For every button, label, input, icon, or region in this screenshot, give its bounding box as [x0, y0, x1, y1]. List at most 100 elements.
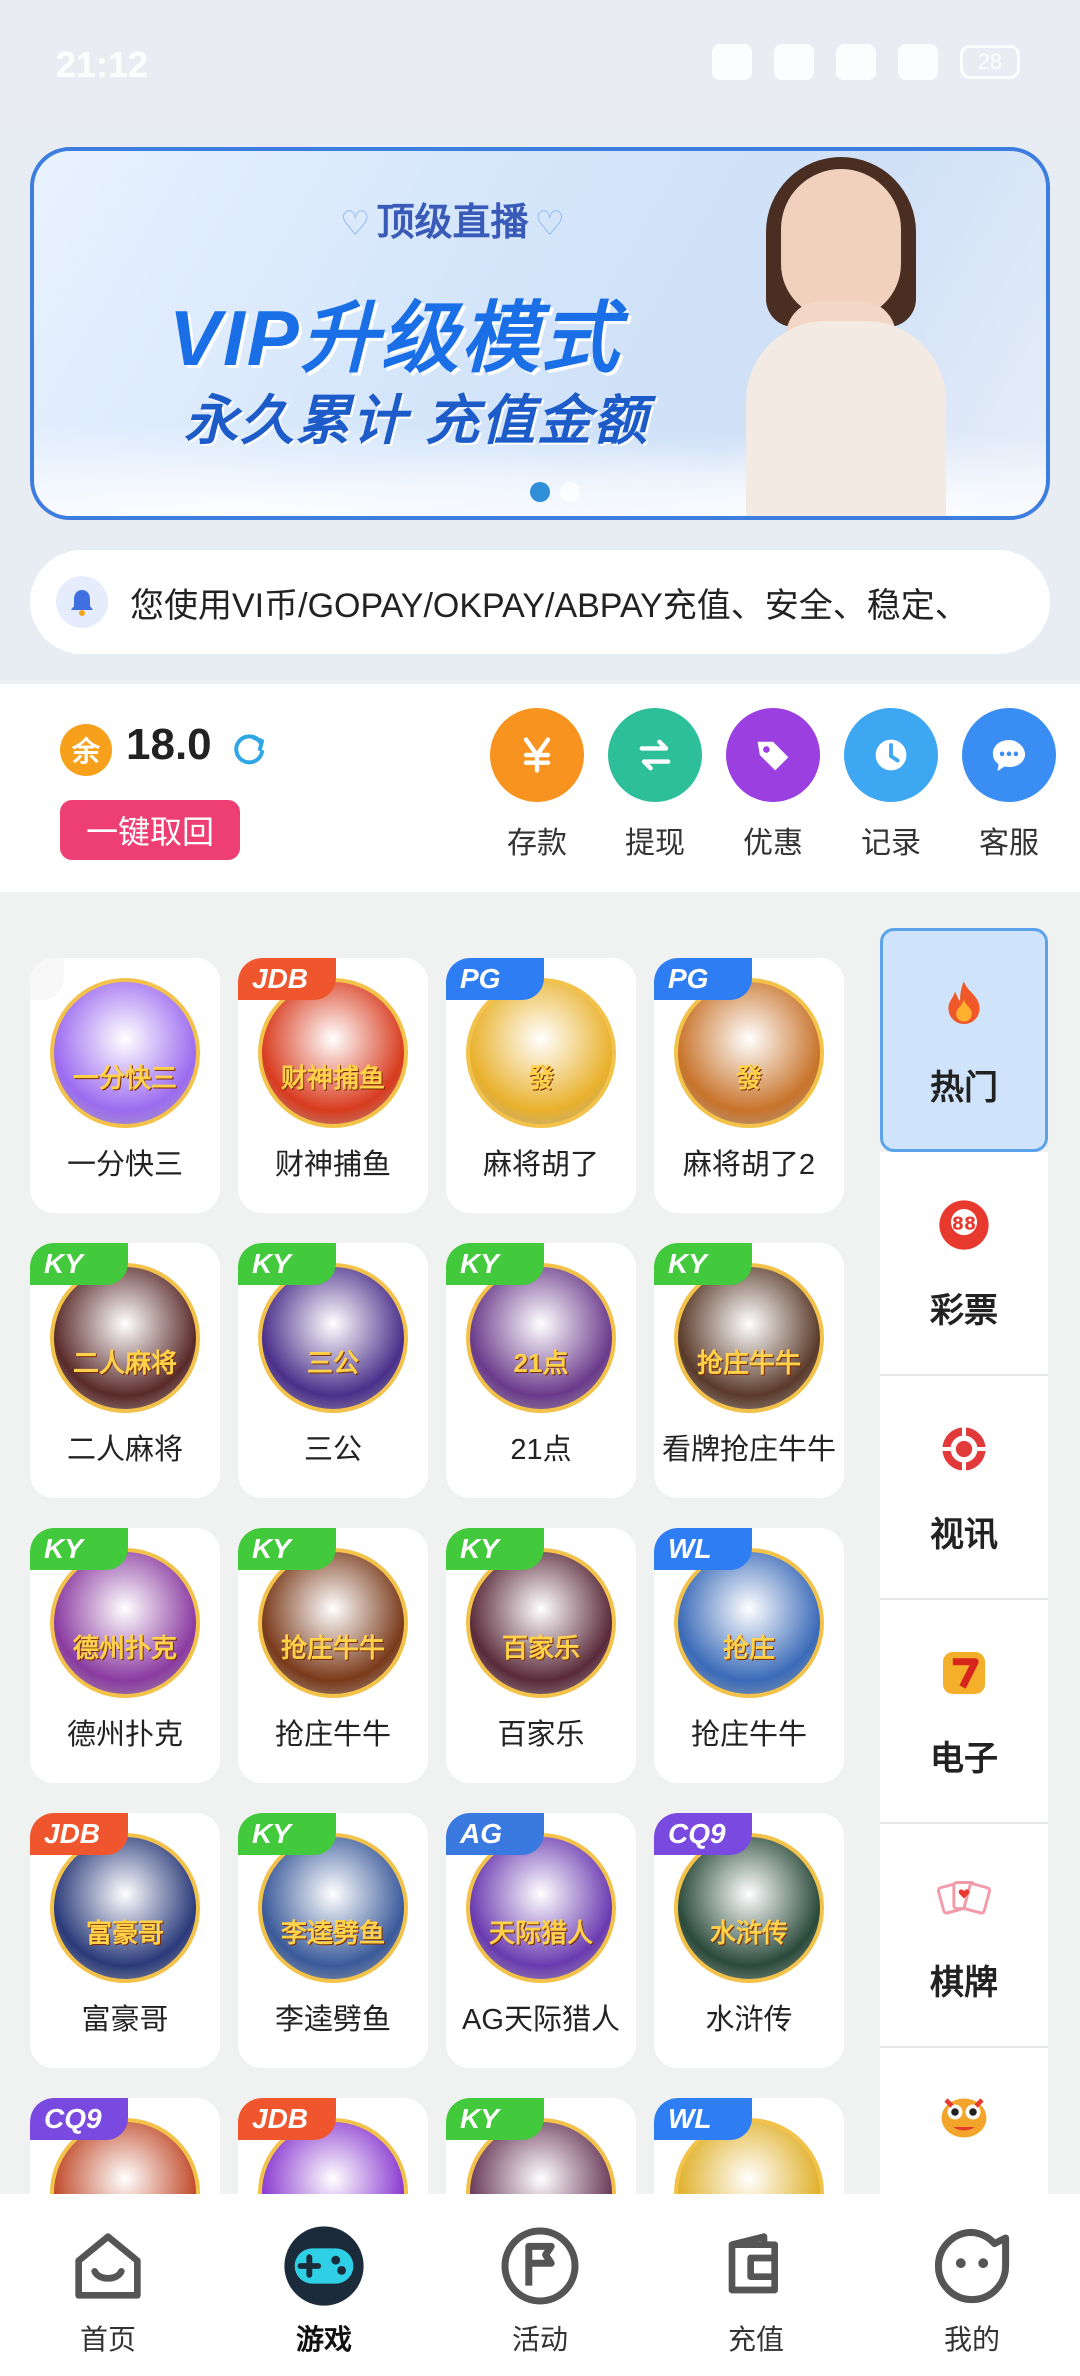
fish-icon	[934, 2085, 994, 2145]
game-card[interactable]: 财神捕鱼 JDB 财神捕鱼	[238, 958, 428, 1213]
withdraw-all-button[interactable]: 一键取回	[60, 800, 240, 860]
provider-badge: KY	[238, 1243, 336, 1285]
game-name: 德州扑克	[66, 1719, 183, 1751]
provider-badge: PG	[654, 958, 752, 1000]
game-card[interactable]: KY	[446, 2098, 636, 2194]
game-thumbnail-title: 财神捕鱼	[280, 1063, 385, 1093]
nav-recharge[interactable]: 充值	[676, 2222, 836, 2376]
game-thumbnail-title: 富豪哥	[85, 1918, 164, 1948]
game-card[interactable]: 德州扑克 KY 德州扑克	[30, 1528, 220, 1783]
game-name: 麻将胡了2	[682, 1149, 816, 1181]
game-thumbnail-title: 一分快三	[72, 1063, 177, 1093]
game-name: AG天际猎人	[462, 2004, 620, 2036]
game-thumbnail	[258, 1833, 408, 1983]
status-time: 21:12	[56, 44, 149, 85]
nav-label: 首页	[79, 2324, 136, 2355]
game-card[interactable]: 百家乐 KY 百家乐	[446, 1528, 636, 1783]
game-card[interactable]: 抢庄 WL 抢庄牛牛	[654, 1528, 844, 1783]
game-card[interactable]: JDB	[238, 2098, 428, 2194]
poker-chip-icon	[934, 1419, 994, 1479]
balance-amount: 18.0	[126, 720, 212, 769]
provider-badge: KY	[238, 1528, 336, 1570]
svg-text:88: 88	[952, 1214, 976, 1234]
game-thumbnail	[50, 1263, 200, 1413]
deposit-button[interactable]: 存款	[490, 708, 584, 862]
game-card[interactable]: 三公 KY 三公	[238, 1243, 428, 1498]
category-tab-fishing[interactable]	[880, 2048, 1048, 2194]
game-name: 富豪哥	[81, 2004, 169, 2036]
records-label: 记录	[861, 827, 921, 860]
game-card[interactable]: 抢庄牛牛 KY 看牌抢庄牛牛	[654, 1243, 844, 1498]
game-thumbnail	[466, 1548, 616, 1698]
category-tab-cards[interactable]: 棋牌	[880, 1824, 1048, 2048]
provider-badge: KY	[654, 1243, 752, 1285]
fire-icon	[934, 972, 994, 1032]
game-area: 一分快三 一分快三 财神捕鱼 JDB 财神捕鱼發 PG 麻将胡了發 PG 麻将胡了2 二人麻将 KY…	[0, 892, 1080, 2194]
provider-badge: KY	[30, 1528, 128, 1570]
alarm-icon	[712, 44, 752, 80]
game-thumbnail	[258, 1548, 408, 1698]
provider-badge: KY	[446, 1528, 544, 1570]
game-thumbnail	[674, 978, 824, 1128]
game-name: 三公	[303, 1434, 362, 1466]
game-card[interactable]: 二人麻将 KY 二人麻将	[30, 1243, 220, 1498]
provider-badge	[30, 958, 64, 1000]
game-name: 李逵劈鱼	[274, 2004, 391, 2036]
clock-icon	[844, 708, 938, 802]
game-thumbnail-title: 抢庄	[722, 1633, 775, 1663]
nav-profile[interactable]: 我的	[892, 2222, 1052, 2376]
category-label: 棋牌	[930, 1963, 998, 2002]
nav-home[interactable]: 首页	[28, 2222, 188, 2376]
pagination-dot[interactable]	[560, 482, 580, 502]
game-card[interactable]: 抢庄牛牛 KY 抢庄牛牛	[238, 1528, 428, 1783]
game-card[interactable]: 發 PG 麻将胡了	[446, 958, 636, 1213]
hd-icon	[774, 44, 814, 80]
provider-badge: WL	[654, 2098, 752, 2140]
cards-icon	[934, 1867, 994, 1927]
profile-icon	[928, 2222, 1016, 2310]
heart-icon: ♡	[340, 205, 371, 243]
nav-activities[interactable]: 活动	[460, 2222, 620, 2376]
nav-games[interactable]: 游戏	[244, 2222, 404, 2376]
provider-badge: KY	[30, 1243, 128, 1285]
game-card[interactable]: 富豪哥 JDB 富豪哥	[30, 1813, 220, 2068]
support-button[interactable]: 客服	[962, 708, 1056, 862]
banner-pagination	[530, 482, 580, 502]
game-card[interactable]: 發 PG 麻将胡了2	[654, 958, 844, 1213]
provider-badge: CQ9	[30, 2098, 128, 2140]
category-tab-slots[interactable]: 电子	[880, 1600, 1048, 1824]
game-thumbnail-title: 發	[527, 1063, 554, 1093]
provider-badge: KY	[446, 2098, 544, 2140]
game-name: 看牌抢庄牛牛	[661, 1434, 836, 1466]
withdraw-button[interactable]: 提现	[608, 708, 702, 862]
category-tab-live[interactable]: 视讯	[880, 1376, 1048, 1600]
battery-icon: 28	[960, 45, 1020, 79]
game-card[interactable]: CQ9	[30, 2098, 220, 2194]
game-card[interactable]: 水浒传 CQ9 水浒传	[654, 1813, 844, 2068]
banner-model-image	[726, 151, 966, 516]
category-tab-hot[interactable]: 热门	[880, 928, 1048, 1152]
notice-marquee[interactable]: 您使用VI币/GOPAY/OKPAY/ABPAY充值、安全、稳定、	[30, 550, 1050, 654]
gamepad-icon	[280, 2222, 368, 2310]
category-tab-lottery[interactable]: 88 彩票	[880, 1152, 1048, 1376]
banner-headline: VIP升级模式	[169, 294, 621, 382]
promo-banner[interactable]: ♡ 顶级直播 ♡ VIP升级模式 永久累计 充值金额	[30, 147, 1050, 520]
transfer-icon	[608, 708, 702, 802]
game-name: 一分快三	[66, 1149, 183, 1181]
refresh-icon[interactable]	[228, 728, 268, 768]
balance-icon: 余	[60, 724, 112, 776]
game-card[interactable]: WL	[654, 2098, 844, 2194]
game-card[interactable]: 一分快三 一分快三	[30, 958, 220, 1213]
category-label: 热门	[930, 1068, 998, 1107]
pagination-dot-active[interactable]	[530, 482, 550, 502]
wallet-actions: 存款 提现 优惠 记录 客服	[490, 708, 1056, 862]
game-card[interactable]: 21点 KY 21点	[446, 1243, 636, 1498]
game-card[interactable]: 李逵劈鱼 KY 李逵劈鱼	[238, 1813, 428, 2068]
game-thumbnail-title: 發	[735, 1063, 762, 1093]
provider-badge: KY	[238, 1813, 336, 1855]
game-thumbnail-title: 李逵劈鱼	[280, 1918, 385, 1948]
game-card[interactable]: 天际猎人 AG AG天际猎人	[446, 1813, 636, 2068]
bottom-nav: 首页 游戏 活动 充值 我的	[0, 2194, 1080, 2376]
records-button[interactable]: 记录	[844, 708, 938, 862]
promotions-button[interactable]: 优惠	[726, 708, 820, 862]
